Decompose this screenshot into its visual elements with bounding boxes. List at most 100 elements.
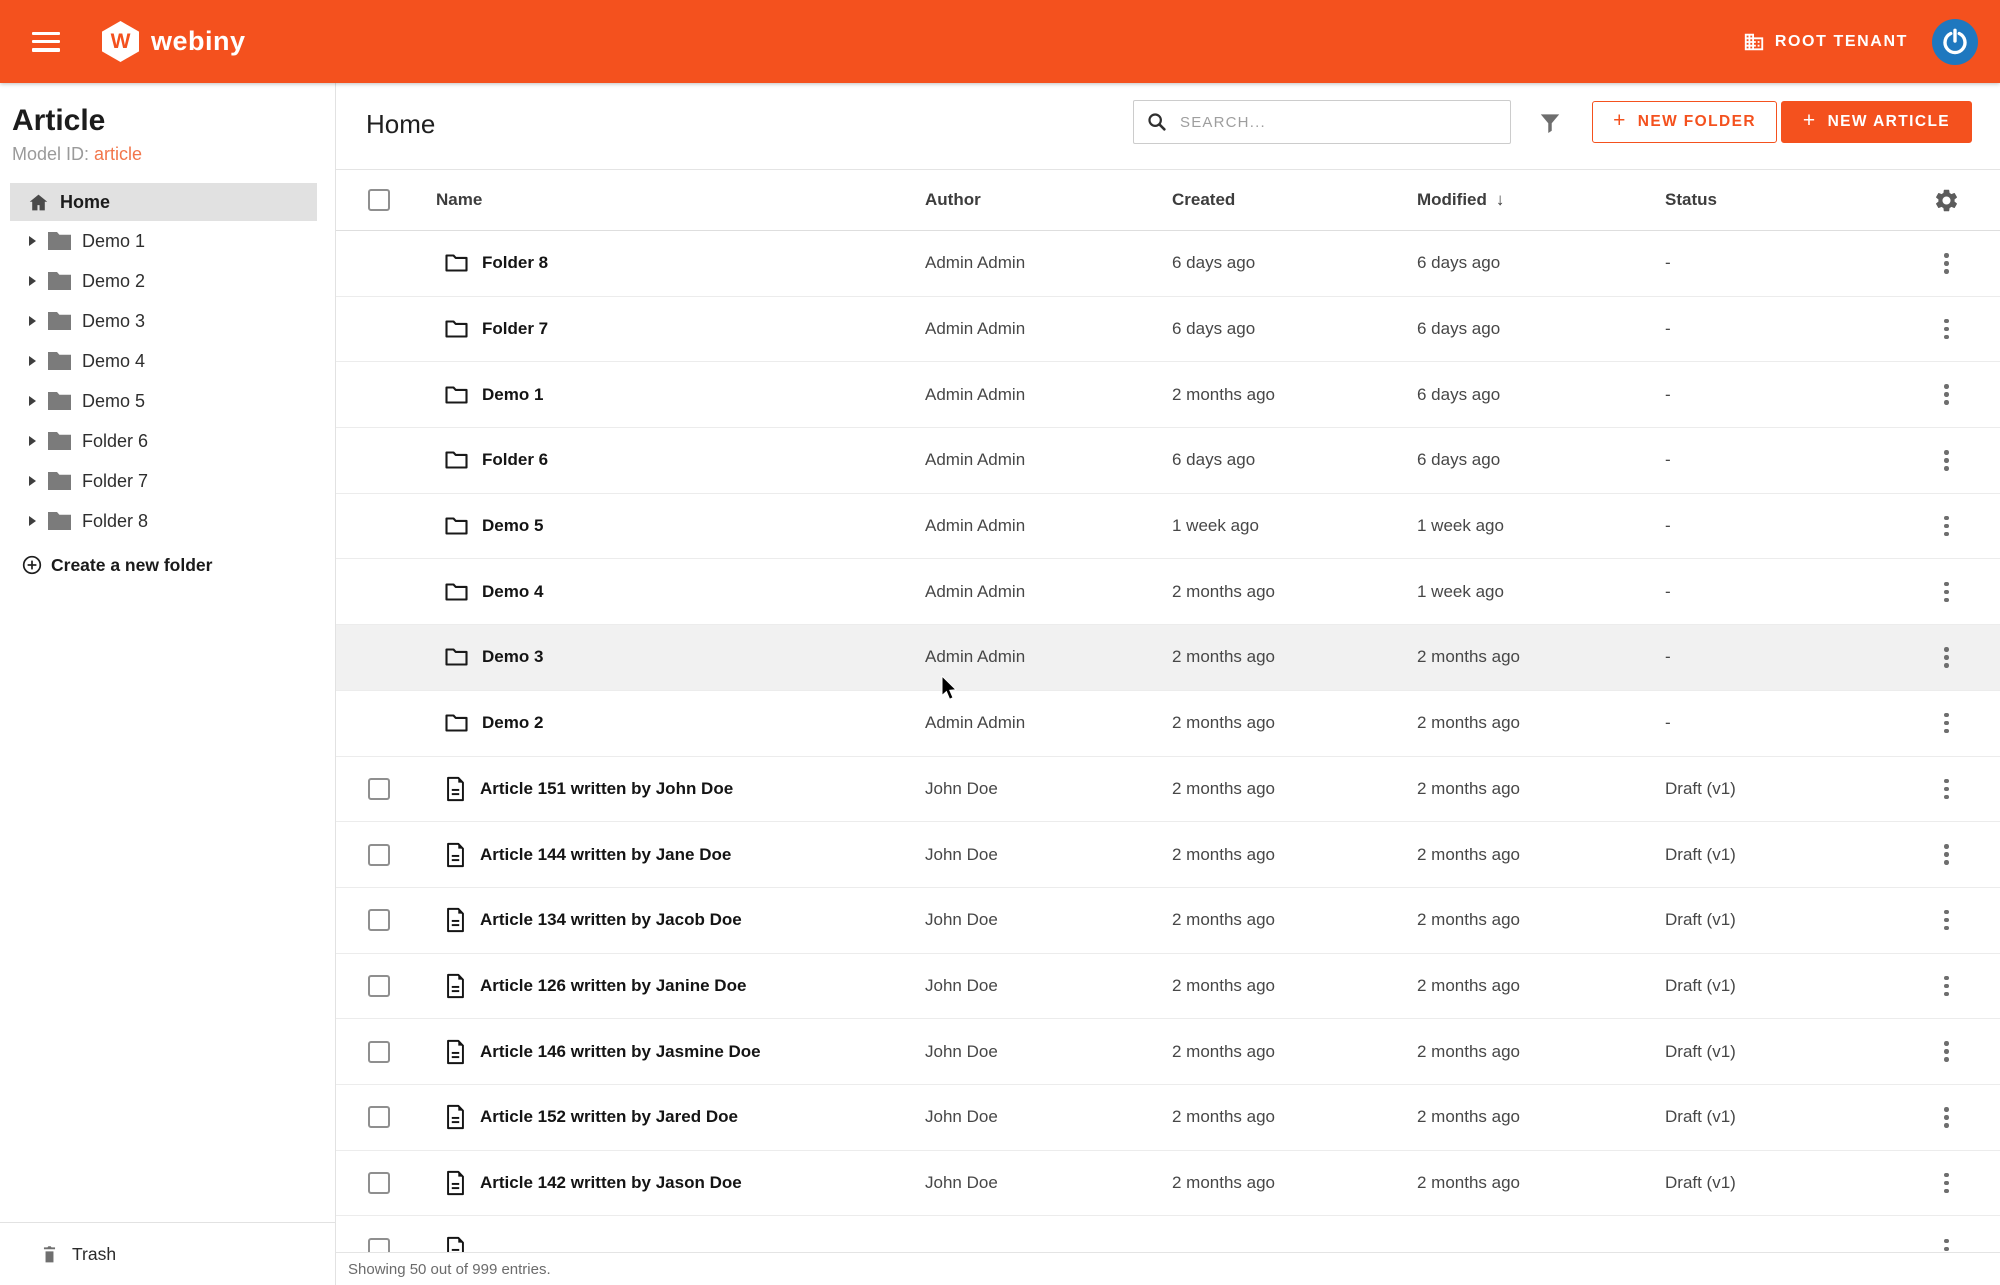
chevron-right-icon[interactable] (29, 436, 36, 446)
hamburger-menu-icon[interactable] (32, 32, 60, 52)
table-row[interactable]: Article 142 written by Jason Doe John Do… (336, 1151, 2000, 1217)
tenant-selector[interactable]: ROOT TENANT (1743, 31, 1908, 53)
row-actions-menu-icon[interactable] (1935, 251, 1959, 275)
table-header: Name Author Created Modified↓ Status (336, 170, 2000, 231)
plus-icon: + (1803, 109, 1817, 133)
chevron-right-icon[interactable] (29, 396, 36, 406)
chevron-right-icon[interactable] (29, 316, 36, 326)
document-icon (444, 842, 467, 868)
column-header-created[interactable]: Created (1172, 190, 1417, 210)
table-row[interactable]: Demo 4 Admin Admin2 months ago1 week ago… (336, 559, 2000, 625)
content-header: Home +NEW FOLDER +NEW ARTICLE (336, 83, 2000, 170)
chevron-right-icon[interactable] (29, 236, 36, 246)
sidebar-folder-item[interactable]: Demo 1 (0, 221, 335, 261)
table-row[interactable]: Article 126 written by Janine Doe John D… (336, 954, 2000, 1020)
select-all-checkbox[interactable] (368, 189, 390, 211)
table-row[interactable]: Folder 7 Admin Admin6 days ago6 days ago… (336, 297, 2000, 363)
row-actions-menu-icon[interactable] (1935, 514, 1959, 538)
column-header-status[interactable]: Status (1665, 190, 1893, 210)
folder-icon (47, 511, 72, 531)
row-actions-menu-icon[interactable] (1935, 843, 1959, 867)
row-checkbox[interactable] (368, 909, 390, 931)
sidebar-folder-item[interactable]: Demo 4 (0, 341, 335, 381)
folder-tree: Demo 1 Demo 2 Demo 3 Demo 4 Demo 5 Folde… (0, 221, 335, 541)
table-row[interactable]: Folder 8 Admin Admin6 days ago6 days ago… (336, 231, 2000, 297)
table-row-hovered[interactable]: Demo 3 Admin Admin2 months ago2 months a… (336, 625, 2000, 691)
table-row[interactable]: Article 151 written by John Doe John Doe… (336, 757, 2000, 823)
row-checkbox[interactable] (368, 1041, 390, 1063)
folder-icon (444, 581, 469, 603)
table-row[interactable]: Article 146 written by Jasmine Doe John … (336, 1019, 2000, 1085)
row-checkbox[interactable] (368, 778, 390, 800)
column-header-author[interactable]: Author (925, 190, 1172, 210)
folder-icon (47, 471, 72, 491)
model-id: Model ID: article (12, 143, 323, 165)
table-row[interactable]: Article 134 written by Jacob Doe John Do… (336, 888, 2000, 954)
row-actions-menu-icon[interactable] (1935, 908, 1959, 932)
row-actions-menu-icon[interactable] (1935, 1171, 1959, 1195)
create-folder-button[interactable]: Create a new folder (0, 547, 335, 583)
row-checkbox[interactable] (368, 844, 390, 866)
table-row[interactable]: Article 152 written by Jared Doe John Do… (336, 1085, 2000, 1151)
sidebar-item-home[interactable]: Home (10, 183, 317, 221)
sidebar-folder-item[interactable]: Folder 7 (0, 461, 335, 501)
sidebar-folder-item[interactable]: Demo 3 (0, 301, 335, 341)
top-app-bar: W webiny ROOT TENANT (0, 0, 2000, 83)
row-checkbox[interactable] (368, 1106, 390, 1128)
folder-icon (444, 515, 469, 537)
document-icon (444, 1039, 467, 1065)
row-actions-menu-icon[interactable] (1935, 448, 1959, 472)
row-actions-menu-icon[interactable] (1935, 645, 1959, 669)
table-body: Folder 8 Admin Admin6 days ago6 days ago… (336, 231, 2000, 1282)
folder-icon (444, 712, 469, 734)
home-icon (28, 192, 49, 213)
tenant-label: ROOT TENANT (1775, 33, 1908, 51)
new-folder-button[interactable]: +NEW FOLDER (1592, 101, 1777, 143)
sidebar-folder-item[interactable]: Demo 2 (0, 261, 335, 301)
table-row[interactable]: Demo 5 Admin Admin1 week ago1 week ago- (336, 494, 2000, 560)
folder-icon (444, 318, 469, 340)
row-actions-menu-icon[interactable] (1935, 711, 1959, 735)
document-icon (444, 1170, 467, 1196)
row-checkbox[interactable] (368, 1172, 390, 1194)
row-actions-menu-icon[interactable] (1935, 1105, 1959, 1129)
new-article-button[interactable]: +NEW ARTICLE (1781, 101, 1972, 143)
table-row[interactable]: Demo 2 Admin Admin2 months ago2 months a… (336, 691, 2000, 757)
chevron-right-icon[interactable] (29, 516, 36, 526)
chevron-right-icon[interactable] (29, 476, 36, 486)
chevron-right-icon[interactable] (29, 356, 36, 366)
column-header-name[interactable]: Name (436, 190, 925, 210)
sidebar-folder-item[interactable]: Folder 6 (0, 421, 335, 461)
sidebar-folder-item[interactable]: Folder 8 (0, 501, 335, 541)
sidebar: Article Model ID: article Home Demo 1 De… (0, 83, 336, 1285)
row-actions-menu-icon[interactable] (1935, 383, 1959, 407)
document-icon (444, 907, 467, 933)
search-input[interactable] (1133, 100, 1511, 144)
webiny-logo[interactable]: W webiny (102, 21, 246, 62)
folder-icon (444, 384, 469, 406)
row-actions-menu-icon[interactable] (1935, 974, 1959, 998)
plus-icon: + (1613, 109, 1627, 133)
document-icon (444, 776, 467, 802)
column-settings-gear-icon[interactable] (1933, 187, 1960, 214)
user-avatar[interactable] (1932, 19, 1978, 65)
app-window: W webiny ROOT TENANT Article Model ID: a… (0, 0, 2000, 1285)
trash-icon (40, 1244, 59, 1265)
row-checkbox[interactable] (368, 975, 390, 997)
table-row[interactable]: Folder 6 Admin Admin6 days ago6 days ago… (336, 428, 2000, 494)
folder-icon (444, 646, 469, 668)
row-actions-menu-icon[interactable] (1935, 777, 1959, 801)
topbar-right: ROOT TENANT (1743, 19, 1978, 65)
column-header-modified[interactable]: Modified↓ (1417, 190, 1665, 210)
table-row[interactable]: Article 144 written by Jane Doe John Doe… (336, 822, 2000, 888)
row-actions-menu-icon[interactable] (1935, 1040, 1959, 1064)
table-row[interactable]: Demo 1 Admin Admin2 months ago6 days ago… (336, 362, 2000, 428)
row-actions-menu-icon[interactable] (1935, 317, 1959, 341)
trash-button[interactable]: Trash (0, 1222, 335, 1285)
chevron-right-icon[interactable] (29, 276, 36, 286)
row-actions-menu-icon[interactable] (1935, 580, 1959, 604)
sidebar-folder-item[interactable]: Demo 5 (0, 381, 335, 421)
folder-icon (47, 311, 72, 331)
filter-icon[interactable] (1537, 110, 1563, 136)
model-id-link[interactable]: article (94, 144, 142, 164)
